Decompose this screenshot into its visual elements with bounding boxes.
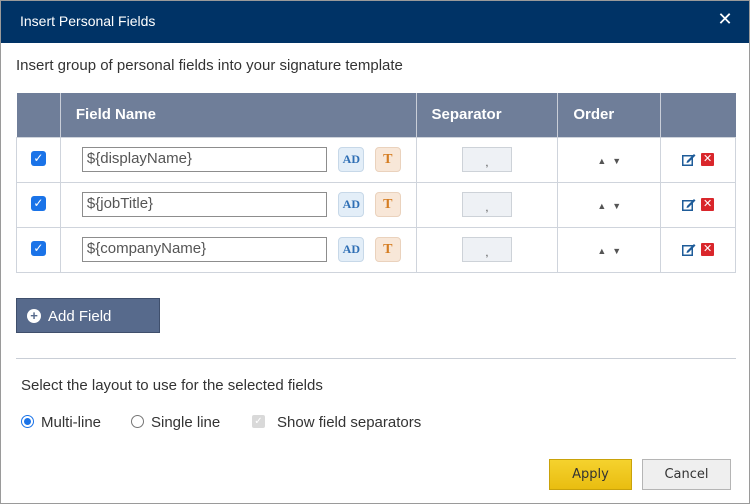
field-name-input[interactable]: ${jobTitle}	[81, 192, 327, 217]
disabled-checkbox[interactable]: ✓	[252, 414, 265, 428]
radio-selected[interactable]	[21, 414, 34, 428]
delete-icon[interactable]: ✕	[701, 197, 715, 211]
header-separator: Separator	[416, 93, 559, 137]
ad-field-button[interactable]: AD	[338, 147, 365, 172]
move-down-icon[interactable]: ▼	[612, 156, 621, 166]
delete-icon[interactable]: ✕	[701, 242, 715, 256]
move-down-icon[interactable]: ▼	[612, 246, 621, 256]
section-divider	[16, 358, 736, 359]
fields-table: Field Name Separator Order ✓ ${displayNa…	[16, 93, 736, 273]
layout-label: Select the layout to use for the selecte…	[21, 377, 323, 394]
header-actions	[660, 93, 736, 137]
plus-circle-icon: +	[27, 309, 41, 323]
edit-icon[interactable]	[682, 198, 696, 211]
field-name-input[interactable]: ${companyName}	[81, 237, 327, 262]
row-checkbox[interactable]: ✓	[30, 150, 46, 166]
text-field-button[interactable]: T	[374, 147, 401, 172]
radio-unselected[interactable]	[131, 414, 144, 428]
ad-field-button[interactable]: AD	[338, 192, 365, 217]
single-line-radio[interactable]: Single line	[131, 414, 220, 431]
show-separators-label: Show field separators	[277, 414, 422, 431]
close-icon[interactable]: ✕	[717, 9, 733, 29]
multi-line-label: Multi-line	[41, 414, 102, 431]
table-row: ✓ ${companyName} AD T , ▲ ▼ ✕	[16, 226, 736, 273]
ad-field-button[interactable]: AD	[338, 237, 365, 262]
dialog-intro: Insert group of personal fields into you…	[16, 57, 403, 74]
text-field-button[interactable]: T	[374, 237, 401, 262]
field-name-input[interactable]: ${displayName}	[81, 147, 327, 172]
single-line-label: Single line	[151, 414, 221, 431]
edit-icon[interactable]	[682, 243, 696, 256]
header-field-name: Field Name	[60, 93, 417, 137]
insert-personal-fields-dialog: Insert Personal Fields ✕ Insert group of…	[0, 0, 750, 504]
multi-line-radio[interactable]: Multi-line	[21, 414, 101, 431]
edit-icon[interactable]	[682, 153, 696, 166]
move-up-icon[interactable]: ▲	[597, 201, 606, 211]
table-row: ✓ ${displayName} AD T , ▲ ▼ ✕	[16, 136, 736, 183]
show-separators-checkbox[interactable]: ✓ Show field separators	[252, 414, 421, 431]
add-field-label: Add Field	[48, 308, 112, 325]
move-down-icon[interactable]: ▼	[612, 201, 621, 211]
move-up-icon[interactable]: ▲	[597, 156, 606, 166]
cancel-button[interactable]: Cancel	[642, 459, 731, 490]
table-header-row: Field Name Separator Order	[16, 93, 736, 137]
move-up-icon[interactable]: ▲	[597, 246, 606, 256]
dialog-title: Insert Personal Fields	[20, 13, 156, 29]
separator-input[interactable]: ,	[461, 147, 512, 172]
header-order: Order	[557, 93, 662, 137]
header-select	[16, 93, 61, 137]
dialog-titlebar: Insert Personal Fields ✕	[1, 1, 749, 43]
separator-input[interactable]: ,	[461, 192, 512, 217]
row-checkbox[interactable]: ✓	[30, 195, 46, 211]
add-field-button[interactable]: + Add Field	[16, 298, 160, 333]
delete-icon[interactable]: ✕	[701, 152, 715, 166]
separator-input[interactable]: ,	[461, 237, 512, 262]
apply-button[interactable]: Apply	[549, 459, 632, 490]
row-checkbox[interactable]: ✓	[30, 240, 46, 256]
table-row: ✓ ${jobTitle} AD T , ▲ ▼ ✕	[16, 181, 736, 228]
text-field-button[interactable]: T	[374, 192, 401, 217]
